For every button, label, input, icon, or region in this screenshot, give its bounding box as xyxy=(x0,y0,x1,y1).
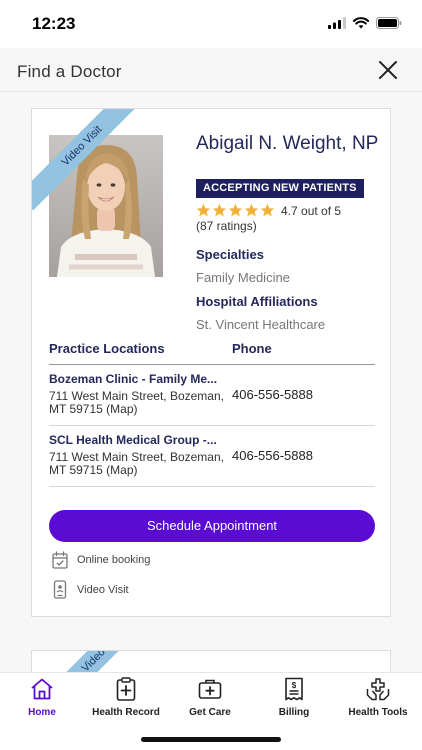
clipboard-plus-icon xyxy=(116,677,136,701)
locations-column-header: Practice Locations xyxy=(49,341,165,356)
bottom-tab-bar: Home Health Record Get Care $ Billing He… xyxy=(0,672,422,750)
video-visit-ribbon: Video Visit xyxy=(51,651,153,672)
rating-text: 4.7 out of 5 xyxy=(281,203,342,218)
home-indicator xyxy=(141,737,281,742)
specialties-label: Specialties xyxy=(196,247,264,262)
location-address[interactable]: 711 West Main Street, Bozeman, MT 59715 … xyxy=(49,451,224,477)
doctor-name[interactable]: Abigail N. Weight, NP xyxy=(196,133,381,154)
specialties-value: Family Medicine xyxy=(196,270,290,285)
phone-column-header: Phone xyxy=(232,341,272,356)
star-icon xyxy=(212,203,227,217)
medical-bag-icon xyxy=(198,679,222,699)
wifi-icon xyxy=(353,17,369,29)
status-icons xyxy=(328,17,402,29)
location-address[interactable]: 711 West Main Street, Bozeman, MT 59715 … xyxy=(49,390,224,416)
page-header: Find a Doctor xyxy=(0,48,422,92)
online-booking-label: Online booking xyxy=(77,554,151,566)
rating-stars xyxy=(196,203,275,218)
page-title: Find a Doctor xyxy=(17,62,122,81)
calendar-check-icon xyxy=(52,551,68,569)
star-icon xyxy=(196,203,211,217)
tab-health-record[interactable]: Health Record xyxy=(84,673,168,727)
tab-label: Billing xyxy=(278,707,310,718)
accepting-patients-badge: ACCEPTING NEW PATIENTS xyxy=(196,179,364,198)
status-bar: 12:23 xyxy=(0,0,422,48)
location-row[interactable]: Bozeman Clinic - Family Me... 711 West M… xyxy=(49,365,375,426)
hands-cross-icon xyxy=(366,678,390,701)
signal-icon xyxy=(328,17,346,29)
svg-text:$: $ xyxy=(292,681,297,690)
locations-header: Practice Locations Phone xyxy=(49,341,375,365)
star-icon xyxy=(228,203,243,217)
close-icon[interactable] xyxy=(376,58,400,82)
battery-icon xyxy=(376,17,402,29)
tab-label: Home xyxy=(28,707,56,718)
location-phone[interactable]: 406-556-5888 xyxy=(232,448,313,463)
rating-count: (87 ratings) xyxy=(196,219,257,233)
location-phone[interactable]: 406-556-5888 xyxy=(232,387,313,402)
affiliations-label: Hospital Affiliations xyxy=(196,294,318,309)
star-icon xyxy=(244,203,259,217)
video-visit-feature: Video Visit xyxy=(52,580,129,599)
tab-label: Health Record xyxy=(92,707,160,718)
tab-health-tools[interactable]: Health Tools xyxy=(336,673,420,727)
location-row[interactable]: SCL Health Medical Group -... 711 West M… xyxy=(49,426,375,487)
online-booking-feature: Online booking xyxy=(52,551,150,569)
home-icon xyxy=(31,678,53,700)
doctor-card[interactable]: Video Visit Abigail N. Weight, NP ACCEPT… xyxy=(31,108,391,617)
tab-get-care[interactable]: Get Care xyxy=(168,673,252,727)
location-name[interactable]: SCL Health Medical Group -... xyxy=(49,433,219,447)
tab-label: Health Tools xyxy=(348,707,408,718)
status-time: 12:23 xyxy=(32,14,76,33)
doctor-card[interactable]: Video Visit xyxy=(31,650,391,672)
phone-video-icon xyxy=(53,580,67,599)
results-list[interactable]: Video Visit Abigail N. Weight, NP ACCEPT… xyxy=(0,92,422,672)
schedule-appointment-button[interactable]: Schedule Appointment xyxy=(49,510,375,542)
video-visit-label: Video Visit xyxy=(77,583,129,596)
star-icon xyxy=(260,203,275,217)
tab-billing[interactable]: $ Billing xyxy=(252,673,336,727)
affiliations-value: St. Vincent Healthcare xyxy=(196,317,326,332)
location-name[interactable]: Bozeman Clinic - Family Me... xyxy=(49,372,219,386)
rating-row: 4.7 out of 5 xyxy=(196,203,341,218)
bill-icon: $ xyxy=(285,677,303,701)
tab-label: Get Care xyxy=(189,707,231,718)
tab-home[interactable]: Home xyxy=(0,673,84,727)
